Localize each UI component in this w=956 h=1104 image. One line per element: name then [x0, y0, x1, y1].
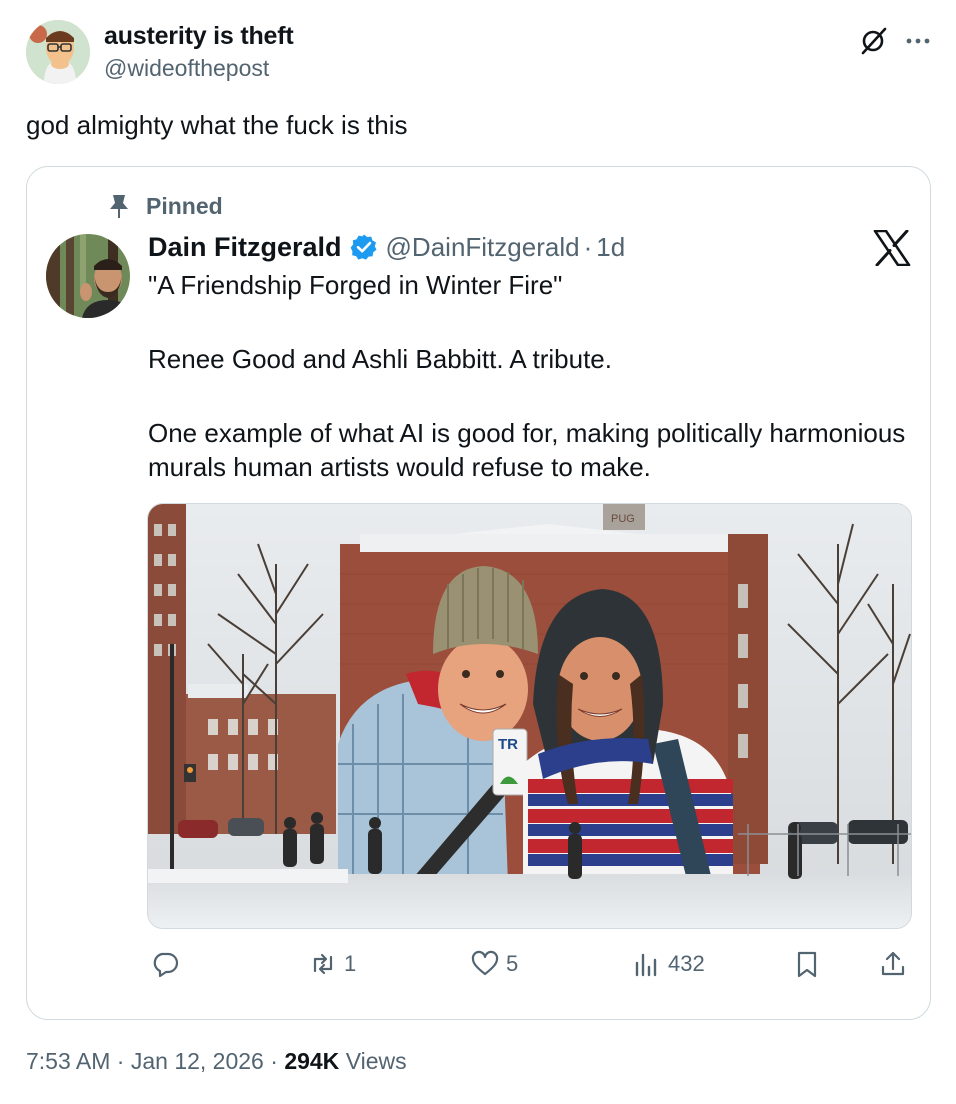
quoted-header: Dain Fitzgerald @DainFitzgerald · 1d — [148, 228, 625, 266]
tweet-time[interactable]: 7:53 AM — [26, 1048, 110, 1074]
repost-icon[interactable] — [308, 949, 338, 979]
share-action[interactable] — [878, 944, 908, 984]
views-label: Views — [345, 1048, 407, 1074]
author-handle[interactable]: @wideofthepost — [104, 55, 269, 82]
repost-count: 1 — [344, 951, 357, 976]
quoted-text-line-1: "A Friendship Forged in Winter Fire" — [148, 270, 563, 300]
heart-icon[interactable] — [470, 949, 500, 979]
author-name[interactable]: austerity is theft — [104, 22, 294, 51]
x-logo-icon — [873, 230, 911, 266]
quoted-text-line-2: Renee Good and Ashli Babbitt. A tribute. — [148, 344, 612, 374]
tweet-date[interactable]: Jan 12, 2026 — [131, 1048, 264, 1074]
quoted-tweet-text: "A Friendship Forged in Winter Fire" Ren… — [148, 268, 908, 524]
quoted-author-name[interactable]: Dain Fitzgerald — [148, 232, 342, 263]
separator-dot: · — [583, 231, 593, 262]
grok-icon[interactable] — [858, 26, 888, 56]
views-action[interactable]: 432 — [632, 944, 705, 984]
tweet-meta: 7:53 AM · Jan 12, 2026 · 294K Views — [26, 1048, 407, 1074]
bookmark-action[interactable] — [792, 944, 822, 984]
quoted-timestamp[interactable]: 1d — [596, 232, 625, 263]
roof-sign-text: PUG — [611, 513, 635, 525]
views-total: 294K — [284, 1048, 340, 1074]
like-count: 5 — [506, 951, 519, 976]
like-action[interactable]: 5 — [470, 944, 518, 984]
mural-sign-text: TR — [498, 736, 518, 753]
mural-photo: PUG TR — [148, 504, 911, 928]
bookmark-icon[interactable] — [792, 949, 822, 979]
views-count: 432 — [668, 951, 705, 976]
more-options-icon[interactable] — [903, 26, 933, 56]
quoted-author-handle[interactable]: @DainFitzgerald — [386, 232, 580, 263]
pinned-label: Pinned — [146, 192, 223, 219]
repost-action[interactable]: 1 — [308, 944, 356, 984]
quoted-author-avatar[interactable] — [46, 234, 130, 318]
quoted-text-line-3: One example of what AI is good for, maki… — [148, 418, 906, 482]
pinned-indicator: Pinned — [108, 190, 223, 222]
share-icon[interactable] — [878, 949, 908, 979]
reply-action[interactable] — [150, 944, 180, 984]
pin-icon — [110, 195, 128, 218]
verified-badge-icon — [350, 234, 377, 260]
reply-icon[interactable] — [150, 949, 180, 979]
tweet-text: god almighty what the fuck is this — [26, 110, 408, 140]
quoted-media-image[interactable]: PUG TR — [147, 503, 912, 929]
views-chart-icon[interactable] — [632, 949, 662, 979]
author-avatar[interactable] — [26, 20, 90, 84]
